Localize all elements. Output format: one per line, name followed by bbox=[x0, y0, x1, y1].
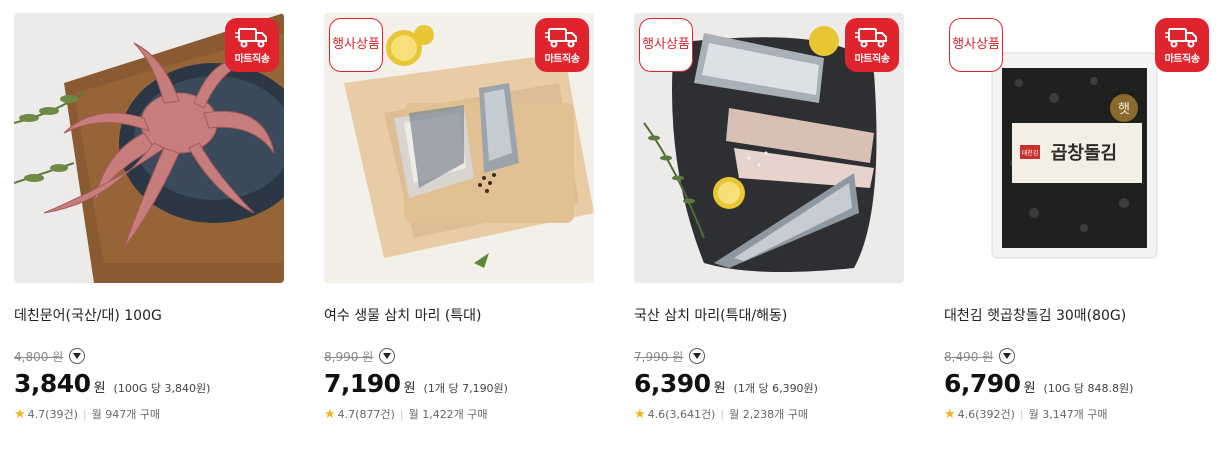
delivery-badge: 마트직송 bbox=[535, 18, 589, 72]
divider: | bbox=[1019, 407, 1024, 421]
sale-price: 3,840 bbox=[14, 369, 91, 398]
sale-price: 6,790 bbox=[944, 369, 1021, 398]
rating-value: 4.6 bbox=[647, 407, 666, 421]
rating-value: 4.7 bbox=[337, 407, 356, 421]
product-name[interactable]: 대천김 햇곱창돌김 30매(80G) bbox=[944, 305, 1214, 325]
chevron-down-icon bbox=[383, 353, 392, 359]
review-count: (877건) bbox=[355, 408, 395, 421]
original-price-row: 7,990 원 bbox=[634, 347, 904, 365]
delivery-badge-label: 마트직송 bbox=[854, 54, 890, 65]
original-price: 8,490 원 bbox=[944, 349, 994, 364]
divider: | bbox=[720, 407, 725, 421]
review-count: (3,641건) bbox=[665, 408, 716, 421]
product-card[interactable]: 행사상품 마트직송 국산 삼치 마리(특대/해동) 7,990 원 6,390 … bbox=[634, 13, 904, 422]
star-icon: ★ bbox=[14, 406, 26, 422]
package-brand: 대천김 bbox=[1022, 149, 1039, 157]
rating-value: 4.6 bbox=[957, 407, 976, 421]
product-grid: 마트직송 데친문어(국산/대) 100G 4,800 원 3,840 원 (10… bbox=[0, 0, 1223, 458]
product-image[interactable]: 햇 대천김 곱창돌김 행사상품 마트직송 bbox=[944, 13, 1214, 283]
delivery-badge-label: 마트직송 bbox=[234, 54, 270, 65]
product-name[interactable]: 국산 삼치 마리(특대/해동) bbox=[634, 305, 904, 325]
original-price: 8,990 원 bbox=[324, 349, 374, 364]
price-detail-toggle[interactable] bbox=[379, 348, 396, 364]
star-icon: ★ bbox=[324, 406, 336, 422]
event-badge: 행사상품 bbox=[329, 18, 383, 72]
star-icon: ★ bbox=[944, 406, 956, 422]
product-name[interactable]: 여수 생물 삼치 마리 (특대) bbox=[324, 305, 594, 325]
original-price-row: 8,490 원 bbox=[944, 347, 1214, 365]
original-price: 4,800 원 bbox=[14, 349, 64, 364]
price-row: 6,790 원 (10G 당 848.8원) bbox=[944, 369, 1214, 398]
truck-icon bbox=[545, 28, 577, 48]
chevron-down-icon bbox=[693, 353, 702, 359]
event-badge: 행사상품 bbox=[639, 18, 693, 72]
sale-price: 6,390 bbox=[634, 369, 711, 398]
currency-label: 원 bbox=[403, 381, 416, 396]
monthly-purchases: 월 3,147개 구매 bbox=[1028, 408, 1108, 421]
monthly-purchases: 월 1,422개 구매 bbox=[408, 408, 488, 421]
price-detail-toggle[interactable] bbox=[69, 348, 86, 364]
price-detail-toggle[interactable] bbox=[689, 348, 706, 364]
product-card[interactable]: 행사상품 마트직송 여수 생물 삼치 마리 (특대) 8,990 원 7,190… bbox=[324, 13, 594, 422]
monthly-purchases: 월 2,238개 구매 bbox=[729, 408, 809, 421]
currency-label: 원 bbox=[713, 381, 726, 396]
delivery-badge-label: 마트직송 bbox=[1164, 54, 1200, 65]
rating-value: 4.7 bbox=[27, 407, 46, 421]
rating-row: ★ 4.6 (392건) | 월 3,147개 구매 bbox=[944, 406, 1214, 422]
review-count: (39건) bbox=[45, 408, 78, 421]
divider: | bbox=[399, 407, 404, 421]
delivery-badge: 마트직송 bbox=[1155, 18, 1209, 72]
event-badge: 행사상품 bbox=[949, 18, 1003, 72]
chevron-down-icon bbox=[1003, 353, 1012, 359]
review-count: (392건) bbox=[975, 408, 1015, 421]
truck-icon bbox=[1165, 28, 1197, 48]
price-row: 6,390 원 (1개 당 6,390원) bbox=[634, 369, 904, 398]
price-row: 3,840 원 (100G 당 3,840원) bbox=[14, 369, 284, 398]
currency-label: 원 bbox=[1023, 381, 1036, 396]
original-price-row: 4,800 원 bbox=[14, 347, 284, 365]
delivery-badge: 마트직송 bbox=[225, 18, 279, 72]
product-image[interactable]: 행사상품 마트직송 bbox=[634, 13, 904, 283]
chevron-down-icon bbox=[73, 353, 82, 359]
price-detail-toggle[interactable] bbox=[999, 348, 1016, 364]
unit-price: (10G 당 848.8원) bbox=[1043, 382, 1134, 395]
unit-price: (1개 당 7,190원) bbox=[423, 382, 508, 395]
truck-icon bbox=[855, 28, 887, 48]
sale-price: 7,190 bbox=[324, 369, 401, 398]
product-image[interactable]: 행사상품 마트직송 bbox=[324, 13, 594, 283]
product-name[interactable]: 데친문어(국산/대) 100G bbox=[14, 305, 284, 325]
rating-row: ★ 4.7 (877건) | 월 1,422개 구매 bbox=[324, 406, 594, 422]
delivery-badge-label: 마트직송 bbox=[544, 54, 580, 65]
currency-label: 원 bbox=[93, 381, 106, 396]
delivery-badge: 마트직송 bbox=[845, 18, 899, 72]
monthly-purchases: 월 947개 구매 bbox=[91, 408, 161, 421]
product-image[interactable]: 마트직송 bbox=[14, 13, 284, 283]
price-row: 7,190 원 (1개 당 7,190원) bbox=[324, 369, 594, 398]
star-icon: ★ bbox=[634, 406, 646, 422]
product-card[interactable]: 마트직송 데친문어(국산/대) 100G 4,800 원 3,840 원 (10… bbox=[14, 13, 284, 422]
package-fresh-mark: 햇 bbox=[1118, 101, 1130, 117]
truck-icon bbox=[235, 28, 267, 48]
unit-price: (1개 당 6,390원) bbox=[733, 382, 818, 395]
original-price: 7,990 원 bbox=[634, 349, 684, 364]
rating-row: ★ 4.7 (39건) | 월 947개 구매 bbox=[14, 406, 284, 422]
original-price-row: 8,990 원 bbox=[324, 347, 594, 365]
unit-price: (100G 당 3,840원) bbox=[113, 382, 211, 395]
product-card[interactable]: 햇 대천김 곱창돌김 행사상품 마트직송 대천김 햇곱창돌김 30매(80G) bbox=[944, 13, 1214, 422]
divider: | bbox=[82, 407, 87, 421]
package-title: 곱창돌김 bbox=[1051, 143, 1117, 164]
rating-row: ★ 4.6 (3,641건) | 월 2,238개 구매 bbox=[634, 406, 904, 422]
